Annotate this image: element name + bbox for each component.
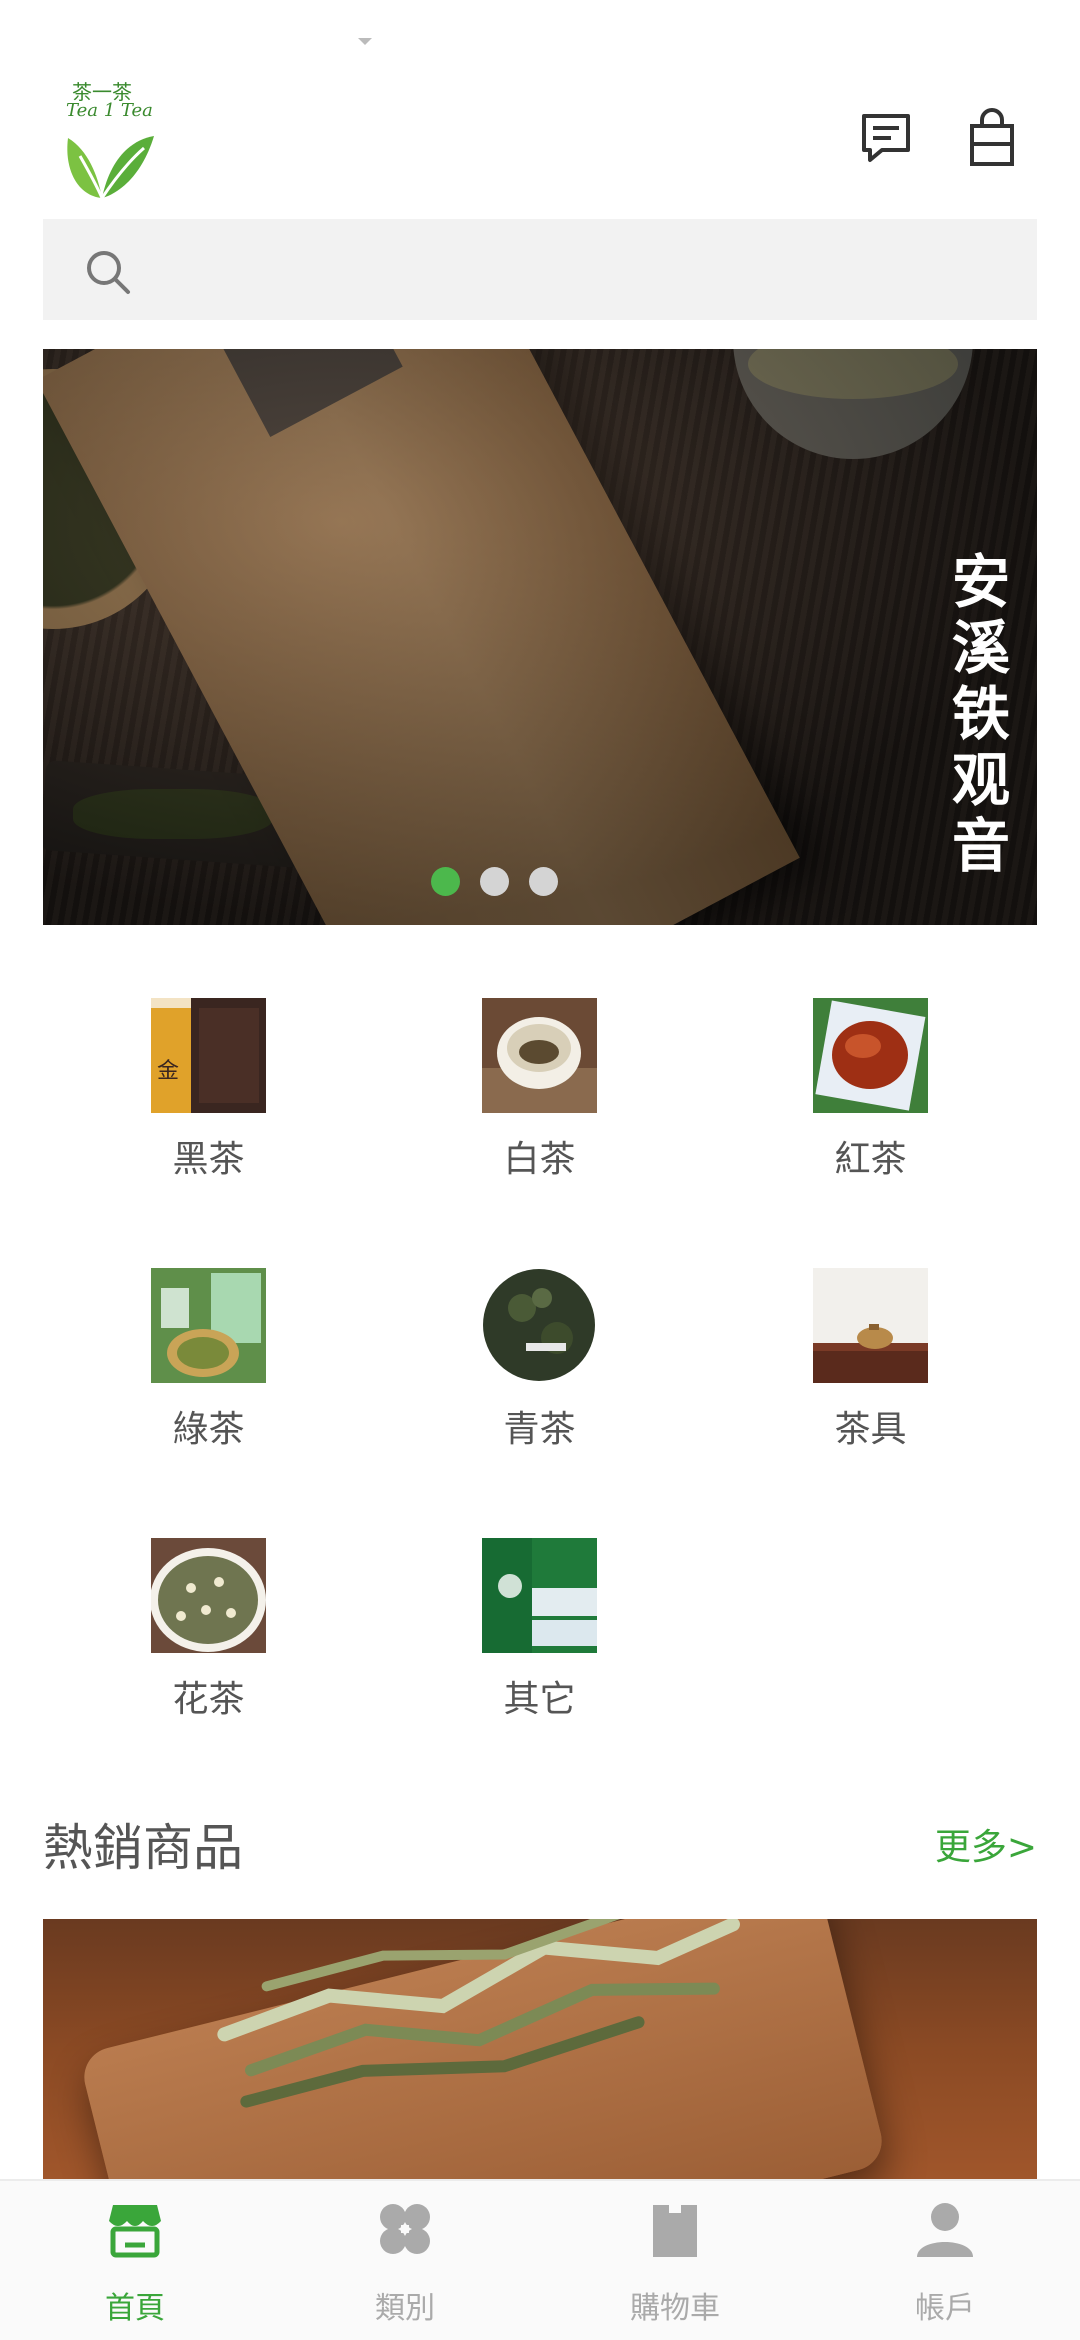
search-icon: [87, 251, 130, 294]
category-black-tea[interactable]: 金 黑茶: [43, 970, 374, 1180]
nav-label: 購物車: [630, 2291, 720, 2326]
nav-account[interactable]: 帳戶: [810, 2181, 1080, 2340]
category-thumbnail: [482, 998, 597, 1113]
category-flower-tea[interactable]: 花茶: [43, 1510, 374, 1720]
category-label: 黑茶: [172, 1139, 245, 1180]
message-button[interactable]: [856, 108, 916, 168]
category-label: 茶具: [834, 1409, 907, 1450]
leaf-logo-icon: [67, 136, 154, 199]
nav-label: 帳戶: [915, 2291, 975, 2326]
logo-english-text: Tea 1 Tea: [66, 100, 153, 121]
category-label: 花茶: [172, 1679, 245, 1720]
nav-home[interactable]: 首頁: [0, 2181, 270, 2340]
category-thumbnail: [482, 1538, 597, 1653]
svg-text:金: 金: [157, 1059, 179, 1084]
carousel-indicators: [43, 867, 991, 896]
category-thumbnail: [813, 998, 928, 1113]
message-icon: [862, 114, 910, 162]
nav-label: 類別: [375, 2291, 435, 2326]
carousel-dot-3[interactable]: [528, 867, 558, 896]
account-icon: [917, 2203, 973, 2257]
category-label: 白茶: [503, 1139, 576, 1180]
category-oolong-tea[interactable]: 青茶: [374, 1240, 705, 1450]
search-bar[interactable]: [43, 219, 1037, 320]
nav-cart[interactable]: 購物車: [540, 2181, 810, 2340]
category-others[interactable]: 其它: [374, 1510, 705, 1720]
banner-caption: 安 溪 铁 观 音: [951, 548, 1010, 880]
brand-logo[interactable]: 茶一茶 Tea 1 Tea: [58, 76, 168, 204]
promo-banner-carousel[interactable]: 安 溪 铁 观 音: [43, 349, 1037, 925]
search-input[interactable]: [143, 219, 1003, 320]
shopping-bag-button[interactable]: [962, 108, 1022, 168]
carousel-dot-2[interactable]: [479, 867, 509, 896]
category-label: 青茶: [503, 1409, 576, 1450]
category-icon: [380, 2204, 430, 2254]
notification-indicator-icon: [358, 38, 372, 45]
category-label: 綠茶: [172, 1409, 245, 1450]
category-label: 紅茶: [834, 1139, 907, 1180]
bottom-navigation: 首頁 類別 購物車 帳戶: [0, 2179, 1080, 2340]
category-thumbnail: [813, 1268, 928, 1383]
carousel-dot-1[interactable]: [430, 867, 460, 896]
category-red-tea[interactable]: 紅茶: [705, 970, 1036, 1180]
hot-products-title: 熱銷商品: [43, 1819, 243, 1877]
store-icon: [109, 2205, 161, 2258]
cart-bag-icon: [653, 2205, 697, 2257]
shopping-bag-icon: [970, 108, 1014, 166]
app-header: 茶一茶 Tea 1 Tea: [0, 70, 1080, 210]
category-white-tea[interactable]: 白茶: [374, 970, 705, 1180]
category-thumbnail: [151, 1268, 266, 1383]
category-thumbnail: [151, 1538, 266, 1653]
category-thumbnail: 金: [151, 998, 266, 1113]
category-label: 其它: [503, 1679, 576, 1720]
more-link[interactable]: 更多>: [935, 1818, 1037, 1870]
category-teaware[interactable]: 茶具: [705, 1240, 1036, 1450]
nav-category[interactable]: 類別: [270, 2181, 540, 2340]
category-green-tea[interactable]: 綠茶: [43, 1240, 374, 1450]
category-thumbnail: [482, 1268, 597, 1383]
nav-label: 首頁: [105, 2291, 165, 2326]
hot-product-image[interactable]: [43, 1919, 1037, 2179]
